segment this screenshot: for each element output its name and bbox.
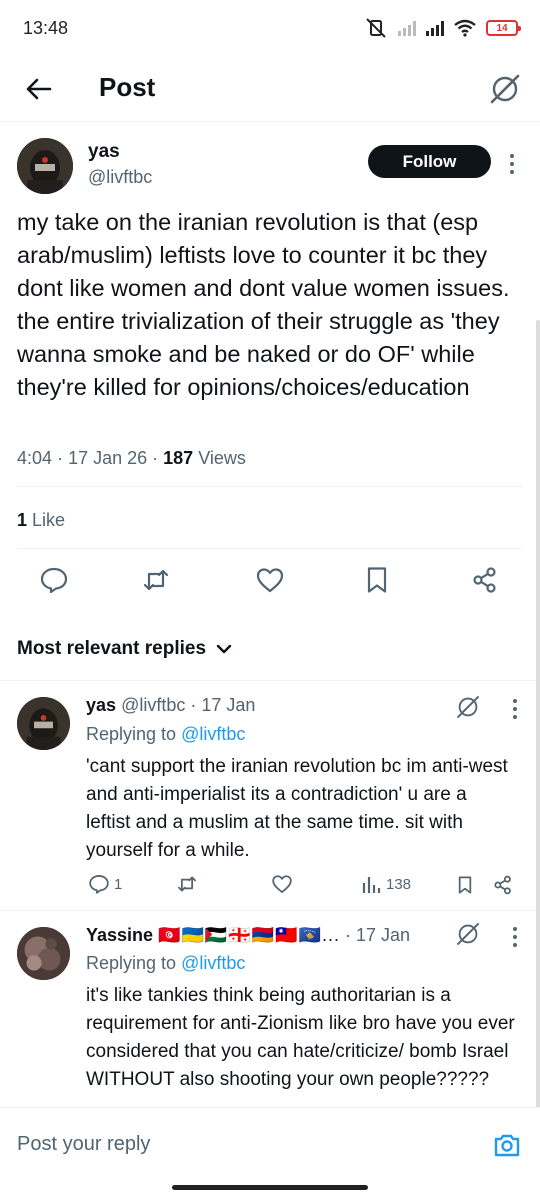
share-icon[interactable] xyxy=(492,874,514,896)
reply-item[interactable]: Yassine 🇹🇳🇺🇦🇵🇸🇬🇪🇦🇲🇹🇼🇽🇰... · 17 Jan Reply… xyxy=(0,910,540,1107)
like-icon[interactable] xyxy=(255,565,285,595)
status-bar: 13:48 14 xyxy=(0,0,540,60)
post-actions xyxy=(0,565,540,605)
replies-filter-label: Most relevant replies xyxy=(17,638,207,659)
home-indicator[interactable] xyxy=(172,1185,368,1190)
reply-icon[interactable] xyxy=(39,565,69,595)
grok-icon[interactable] xyxy=(455,921,481,947)
post-text: my take on the iranian revolution is tha… xyxy=(17,209,510,400)
divider xyxy=(17,548,523,549)
reply-handle-date: · 17 Jan xyxy=(344,925,411,945)
scrollbar[interactable] xyxy=(536,320,540,1110)
views-count: 187 xyxy=(163,448,194,468)
bookmark-icon[interactable] xyxy=(362,565,392,595)
more-options-icon[interactable] xyxy=(512,927,518,947)
meta-separator: · xyxy=(152,448,164,468)
share-icon[interactable] xyxy=(470,565,500,595)
camera-icon[interactable] xyxy=(492,1130,522,1160)
reply-author-flags: 🇹🇳🇺🇦🇵🇸🇬🇪🇦🇲🇹🇼🇽🇰... xyxy=(158,925,340,945)
status-time: 13:48 xyxy=(23,18,69,38)
vibrate-off-icon xyxy=(366,18,386,38)
reply-author-name[interactable]: Yassine xyxy=(86,925,153,945)
replying-prefix: Replying to xyxy=(86,953,177,973)
repost-icon[interactable] xyxy=(141,565,171,595)
reply-text: it's like tankies think being authoritar… xyxy=(86,985,515,1090)
reply-header: Yassine 🇹🇳🇺🇦🇵🇸🇬🇪🇦🇲🇹🇼🇽🇰... · 17 Jan xyxy=(86,925,410,946)
replying-to: Replying to @livftbc xyxy=(86,953,245,974)
replying-prefix: Replying to xyxy=(86,724,177,744)
like-icon xyxy=(272,875,292,893)
divider xyxy=(17,486,523,487)
more-options-icon[interactable] xyxy=(512,699,518,719)
reply-item[interactable]: yas @livftbc · 17 Jan Replying to @livft… xyxy=(0,680,540,910)
post-date: 17 Jan 26 xyxy=(68,448,148,468)
replying-to: Replying to @livftbc xyxy=(86,724,245,745)
reply-icon xyxy=(89,875,109,894)
author-name[interactable]: yas xyxy=(88,141,120,163)
post-time: 4:04 xyxy=(17,448,53,468)
views-icon xyxy=(362,877,381,893)
back-arrow-icon[interactable] xyxy=(24,74,54,104)
replies-filter-dropdown[interactable]: Most relevant replies xyxy=(17,638,232,660)
views-count: 138 xyxy=(386,875,412,893)
replying-handle-link[interactable]: @livftbc xyxy=(181,953,245,973)
reply-count: 1 xyxy=(114,875,123,893)
reply-author-name[interactable]: yas xyxy=(86,695,116,715)
reply-text: 'cant support the iranian revolution bc … xyxy=(86,756,508,861)
reply-composer[interactable]: Post your reply xyxy=(0,1107,540,1179)
reply-action[interactable]: 1 xyxy=(88,873,122,895)
post-meta: 4:04 · 17 Jan 26 · 187 Views xyxy=(17,448,246,469)
reply-header: yas @livftbc · 17 Jan xyxy=(86,695,255,716)
bookmark-icon[interactable] xyxy=(455,874,475,896)
grok-icon[interactable] xyxy=(455,694,481,720)
like-action[interactable] xyxy=(271,873,293,895)
reply-actions: 1 138 xyxy=(86,873,526,899)
likes-label: Like xyxy=(32,510,66,530)
more-options-icon[interactable] xyxy=(509,154,515,174)
reply-input[interactable]: Post your reply xyxy=(17,1133,150,1156)
grok-icon[interactable] xyxy=(488,72,522,106)
replying-handle-link[interactable]: @livftbc xyxy=(181,724,245,744)
signal-icon-2 xyxy=(426,20,444,36)
views-action[interactable]: 138 xyxy=(360,873,411,895)
likes-count: 1 xyxy=(17,510,28,530)
repost-action[interactable] xyxy=(176,873,198,895)
meta-separator: · xyxy=(57,448,69,468)
repost-icon xyxy=(178,876,196,892)
page-title: Post xyxy=(99,72,156,102)
views-label[interactable]: Views xyxy=(198,448,246,468)
avatar[interactable] xyxy=(17,138,73,194)
status-icons: 14 xyxy=(364,18,521,38)
app-header: Post xyxy=(0,60,540,122)
avatar[interactable] xyxy=(17,927,70,980)
battery-indicator: 14 xyxy=(486,20,521,36)
follow-button[interactable]: Follow xyxy=(368,145,491,178)
reply-handle-date: @livftbc · 17 Jan xyxy=(121,695,256,715)
avatar[interactable] xyxy=(17,697,70,750)
author-handle[interactable]: @livftbc xyxy=(88,167,152,188)
chevron-down-icon xyxy=(216,644,232,654)
likes-summary[interactable]: 1 Like xyxy=(17,510,65,531)
wifi-icon xyxy=(454,19,476,37)
signal-icon-1 xyxy=(398,20,416,36)
